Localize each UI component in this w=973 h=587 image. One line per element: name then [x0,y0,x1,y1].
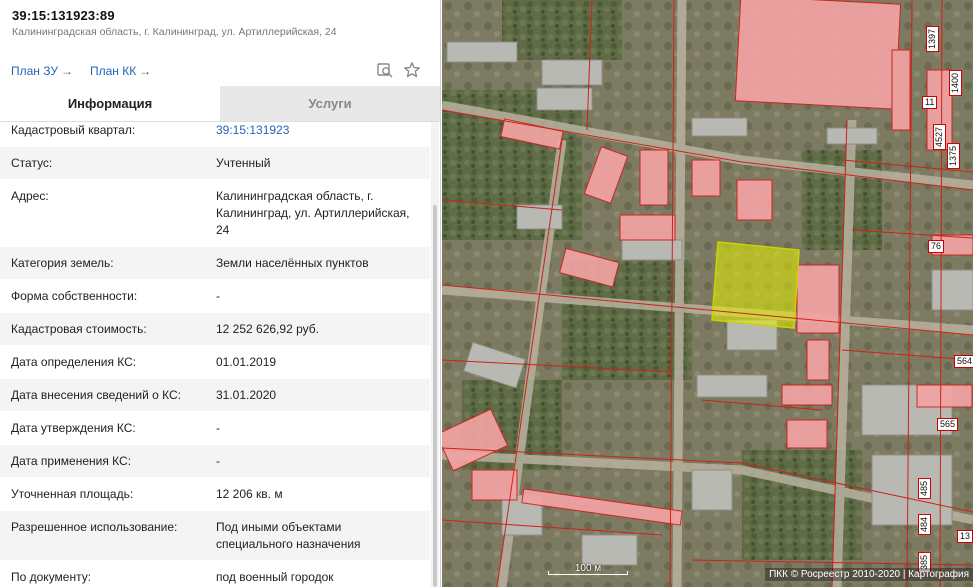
info-row-label: Дата внесения сведений о КС: [11,388,181,402]
info-row: По документу: под военный городок [0,561,430,587]
info-row-value: 31.01.2020 [216,387,428,404]
info-row-value-line: 39:15:131923 [216,123,290,137]
scale-line [548,571,628,575]
info-row: Категория земель: Земли населённых пункто… [0,247,430,279]
info-row-value-line: 12 206 кв. м [216,487,283,501]
satellite-map[interactable] [442,0,973,587]
info-row-value-line: 24 [216,223,230,237]
map-view[interactable]: 1397 11 1400 4527 1375 76 564 565 485 48… [442,0,973,587]
map-label: 1400 [949,70,962,97]
cadastral-quarter-link[interactable]: 39:15:131923 [216,122,428,139]
info-row-value-line: Калининградская область, г. [216,189,374,203]
info-row: Дата внесения сведений о КС: 31.01.2020 [0,379,430,411]
info-row-value: - [216,288,428,305]
info-row-value-line: 12 252 626,92 руб. [216,322,319,336]
map-label: 13 [957,530,973,543]
scrollbar-thumb[interactable] [433,205,437,587]
info-panel: 39:15:131923:89 Калининградская область,… [0,0,441,587]
info-row: Статус: Учтенный [0,147,430,179]
info-row-value: 12 206 кв. м [216,486,428,503]
info-row: Уточненная площадь: 12 206 кв. м [0,478,430,510]
info-row: Дата утверждения КС: - [0,412,430,444]
arrow-right-icon: → [61,64,73,78]
info-row-value: 12 252 626,92 руб. [216,321,428,338]
info-row-label: Дата определения КС: [11,355,137,369]
info-row-label: Дата утверждения КС: [11,421,136,435]
attributes-list: Кадастровый квартал: 39:15:131923 Статус: У… [0,108,430,587]
info-row-value-line: Калининград, ул. Артиллерийская, [216,206,410,220]
zoom-to-object-icon[interactable] [376,61,394,79]
plan-kk-link[interactable]: План КК → [90,64,151,78]
arrow-right-icon: → [139,64,152,78]
plan-zu-label: План ЗУ [11,64,58,78]
info-row-value-line: - [216,454,220,468]
tab-information[interactable]: Информация [0,86,220,121]
map-scale-bar: 100 м [548,563,628,577]
info-row-value: Калининградская область, г. Калининград, … [216,188,428,239]
info-row: Разрешенное использование: Под иными объе… [0,511,430,560]
info-row-value: - [216,453,428,470]
info-row-value-line: Учтенный [216,156,271,170]
info-row-label: Статус: [11,156,53,170]
map-attribution: ПКК © Росреестр 2010-2020 | Картография [765,568,973,581]
info-row-label: Категория земель: [11,256,114,270]
info-row-value-line: Земли населённых пунктов [216,256,369,270]
info-row-value-line: - [216,421,220,435]
map-label: 485 [918,478,931,500]
info-row-label: Форма собственности: [11,289,138,303]
info-row-value: Земли населённых пунктов [216,255,428,272]
tab-services[interactable]: Услуги [220,86,440,121]
info-row-value: Под иными объектами специального назначен… [216,519,428,553]
info-row-label: Уточненная площадь: [11,487,134,501]
info-row-value: 01.01.2019 [216,354,428,371]
info-row-value-line: 31.01.2020 [216,388,277,402]
map-label: 484 [918,514,931,536]
info-row-value-line: специального назначения [216,537,361,551]
info-row-value-line: - [216,289,220,303]
info-row-label: Адрес: [11,189,49,203]
info-row-value: - [216,420,428,437]
info-row-value-line: под военный городок [216,570,334,584]
map-label: 565 [937,418,959,431]
info-row: Форма собственности: - [0,280,430,312]
plan-zu-link[interactable]: План ЗУ → [11,64,73,78]
info-row-value: Учтенный [216,155,428,172]
info-row-label: Разрешенное использование: [11,520,178,534]
info-row-label: Дата применения КС: [11,454,132,468]
panel-tabs: Информация Услуги [0,86,440,122]
map-label: 11 [922,96,938,109]
parcel-address-subtitle: Калининградская область, г. Калининград,… [12,26,337,38]
info-row: Дата применения КС: - [0,445,430,477]
info-row-label: По документу: [11,570,92,584]
info-row-value-line: Под иными объектами [216,520,342,534]
map-label: 76 [928,240,945,253]
info-row-value-line: 01.01.2019 [216,355,277,369]
map-label: 4527 [933,124,946,151]
info-row: Дата определения КС: 01.01.2019 [0,346,430,378]
plan-kk-label: План КК [90,64,137,78]
info-row: Кадастровая стоимость: 12 252 626,92 руб. [0,313,430,345]
map-label: 1375 [947,143,960,170]
map-label: 564 [954,355,973,368]
info-row-label: Кадастровая стоимость: [11,322,147,336]
map-label: 1397 [926,26,939,53]
favorite-star-icon[interactable] [403,61,421,79]
info-row-label: Кадастровый квартал: [11,123,136,137]
cadastral-number-title: 39:15:131923:89 [12,8,115,23]
info-row-value: под военный городок [216,569,428,586]
info-row: Адрес: Калининградская область, г. Калинин… [0,180,430,246]
